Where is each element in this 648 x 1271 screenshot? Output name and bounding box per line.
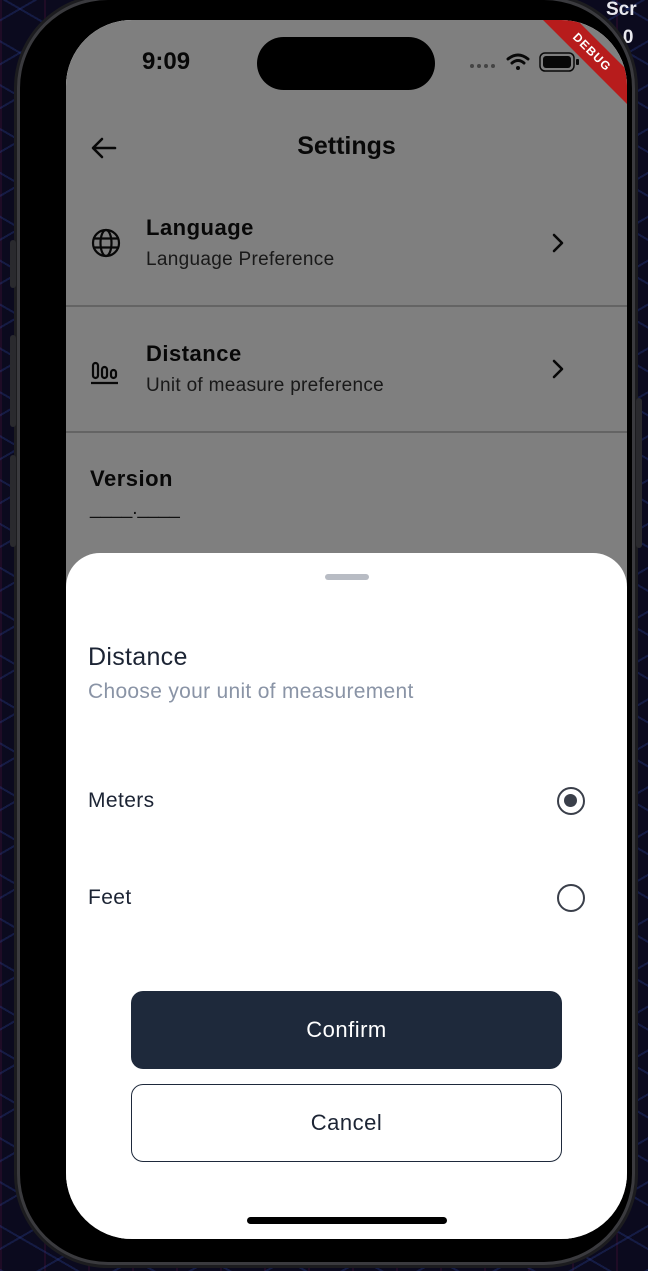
radio-selected[interactable]: [557, 787, 585, 815]
option-label: Feet: [88, 886, 132, 909]
phone-screen: 9:09: [66, 20, 627, 1239]
radio-dot: [564, 794, 577, 807]
option-feet[interactable]: Feet: [66, 869, 627, 929]
drag-handle[interactable]: [325, 574, 369, 580]
distance-bottom-sheet: Distance Choose your unit of measurement…: [66, 553, 627, 1239]
volume-up-button: [10, 335, 16, 427]
power-button: [636, 398, 642, 548]
sheet-title: Distance: [88, 643, 188, 671]
cancel-button[interactable]: Cancel: [131, 1084, 562, 1162]
action-button: [10, 240, 16, 288]
volume-down-button: [10, 455, 16, 547]
phone-frame: 9:09: [10, 0, 642, 1262]
sheet-subtitle: Choose your unit of measurement: [88, 680, 414, 703]
confirm-button[interactable]: Confirm: [131, 991, 562, 1069]
home-indicator[interactable]: [247, 1217, 447, 1224]
option-label: Meters: [88, 789, 155, 812]
option-meters[interactable]: Meters: [66, 772, 627, 832]
radio-unselected[interactable]: [557, 884, 585, 912]
